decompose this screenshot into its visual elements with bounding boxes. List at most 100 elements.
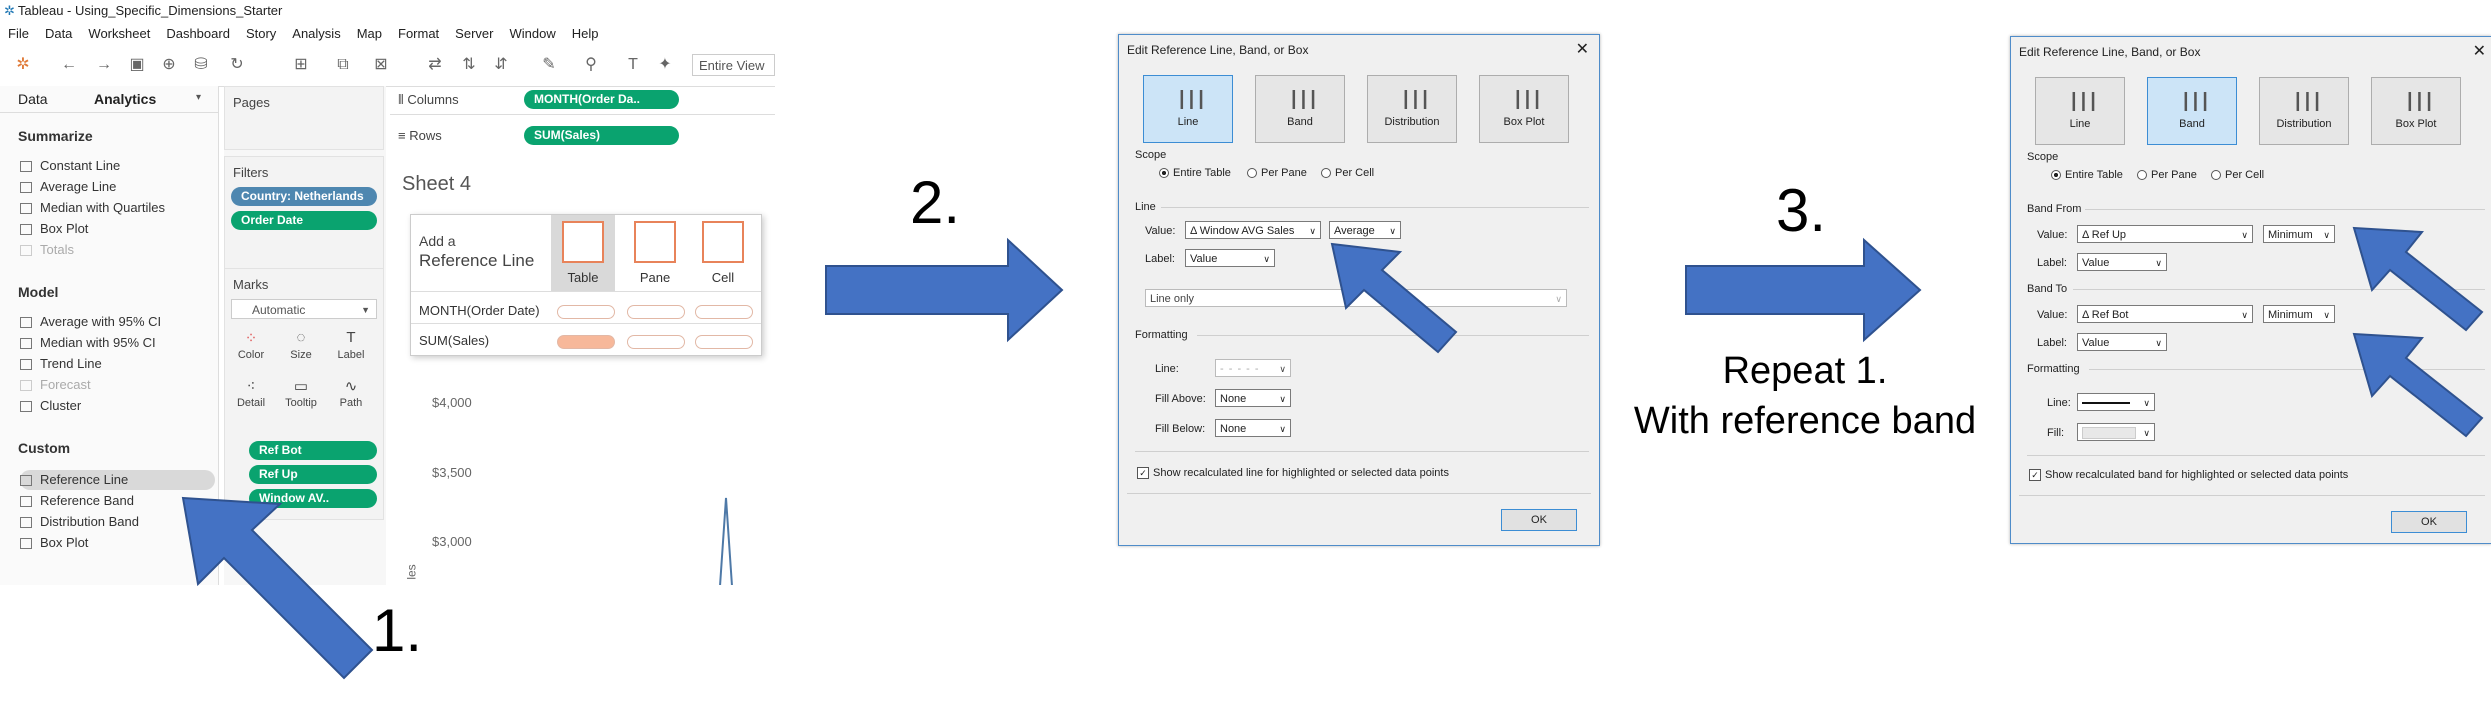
type-distribution-button[interactable]: ┃┃┃ Distribution — [2259, 77, 2349, 145]
fill-above-dropdown[interactable]: None ∨ — [1215, 389, 1291, 407]
fill-swatch — [2082, 427, 2136, 440]
fill-above-label: Fill Above: — [1155, 393, 1206, 405]
close-icon[interactable]: ✕ — [1576, 39, 1589, 59]
chevron-down-icon: ∨ — [2241, 230, 2248, 240]
chevron-down-icon: ∨ — [1555, 294, 1562, 304]
band-to-label: Band To — [2027, 283, 2068, 295]
chevron-down-icon: ∨ — [2241, 310, 2248, 320]
arrow-2b-layer — [1330, 242, 1458, 354]
chevron-down-icon: ∨ — [1279, 394, 1286, 404]
type-band-button[interactable]: ┃┃┃ Band — [2147, 77, 2237, 145]
scope-entire-table[interactable]: Entire Table — [1159, 167, 1231, 179]
label-dropdown[interactable]: Value ∨ — [1185, 249, 1275, 267]
chevron-down-icon: ∨ — [2323, 230, 2330, 240]
fill-below-label: Fill Below: — [1155, 423, 1206, 435]
scope-per-pane[interactable]: Per Pane — [1247, 167, 1307, 179]
band-type-icon: ┃┃┃ — [1289, 92, 1318, 109]
step-1-label: 1. — [372, 597, 423, 664]
arrow-3b-lower — [2352, 332, 2484, 438]
arrow-2b — [1330, 242, 1458, 354]
chevron-down-icon: ∨ — [2143, 398, 2150, 408]
from-label-label: Label: — [2037, 257, 2067, 269]
chevron-down-icon: ∨ — [1389, 226, 1396, 236]
scope-label: Scope — [2027, 151, 2059, 163]
aggregation-dropdown[interactable]: Average ∨ — [1329, 221, 1401, 239]
from-value-dropdown[interactable]: Δ Ref Up ∨ — [2077, 225, 2253, 243]
from-label-dropdown[interactable]: Value ∨ — [2077, 253, 2167, 271]
scope-entire-table[interactable]: Entire Table — [2051, 169, 2123, 181]
close-icon[interactable]: ✕ — [2473, 41, 2486, 61]
radio-icon — [1321, 168, 1331, 179]
dashed-line-swatch: - - - - - — [1220, 363, 1260, 375]
type-distribution-button[interactable]: ┃┃┃ Distribution — [1367, 75, 1457, 143]
chevron-down-icon: ∨ — [2143, 428, 2150, 438]
to-aggregation-dropdown[interactable]: Minimum ∨ — [2263, 305, 2335, 323]
radio-selected-icon — [1159, 168, 1169, 179]
repeat-caption-line2: With reference band — [1633, 400, 1977, 442]
type-boxplot-button[interactable]: ┃┃┃ Box Plot — [2371, 77, 2461, 145]
arrow-3b-upper — [2352, 226, 2484, 332]
radio-selected-icon — [2051, 170, 2061, 181]
chevron-down-icon: ∨ — [1279, 424, 1286, 434]
chevron-down-icon: ∨ — [1309, 226, 1316, 236]
formatting-section-label: Formatting — [2027, 363, 2080, 375]
type-band-button[interactable]: ┃┃┃ Band — [1255, 75, 1345, 143]
line-type-icon: ┃┃┃ — [2069, 94, 2098, 111]
fill-below-dropdown[interactable]: None ∨ — [1215, 419, 1291, 437]
type-boxplot-button[interactable]: ┃┃┃ Box Plot — [1479, 75, 1569, 143]
repeat-caption: Repeat 1. With reference band — [1610, 346, 2000, 446]
value-dropdown[interactable]: Δ Window AVG Sales ∨ — [1185, 221, 1321, 239]
chevron-down-icon: ∨ — [2155, 338, 2162, 348]
distribution-type-icon: ┃┃┃ — [1401, 92, 1430, 109]
type-line-button[interactable]: ┃┃┃ Line — [1143, 75, 1233, 143]
step-2-label: 2. — [910, 169, 961, 236]
arrow-1 — [181, 496, 374, 680]
delta-icon: Δ — [2082, 229, 2092, 241]
scope-per-pane[interactable]: Per Pane — [2137, 169, 2197, 181]
radio-icon — [2211, 170, 2221, 181]
line-type-icon: ┃┃┃ — [1177, 92, 1206, 109]
recalc-checkbox[interactable]: ✓ Show recalculated band for highlighted … — [2029, 469, 2348, 482]
line-section-label: Line — [1135, 201, 1156, 213]
arrow-2 — [825, 237, 1064, 343]
distribution-type-icon: ┃┃┃ — [2293, 94, 2322, 111]
ok-button[interactable]: OK — [1501, 509, 1577, 531]
scope-per-cell[interactable]: Per Cell — [1321, 167, 1374, 179]
chevron-down-icon: ∨ — [2323, 310, 2330, 320]
line-format-label: Line: — [1155, 363, 1179, 375]
delta-icon: Δ — [2082, 309, 2092, 321]
to-label-label: Label: — [2037, 337, 2067, 349]
line-format-label: Line: — [2047, 397, 2071, 409]
checkmark-icon: ✓ — [2029, 469, 2041, 482]
ok-button[interactable]: OK — [2391, 511, 2467, 533]
chevron-down-icon: ∨ — [2155, 258, 2162, 268]
band-from-label: Band From — [2027, 203, 2082, 215]
line-format-dropdown[interactable]: - - - - - ∨ — [1215, 359, 1291, 377]
recalc-checkbox[interactable]: ✓ Show recalculated line for highlighted … — [1137, 467, 1449, 480]
arrows-3b-layer — [2352, 226, 2484, 438]
from-aggregation-dropdown[interactable]: Minimum ∨ — [2263, 225, 2335, 243]
repeat-caption-line1: Repeat 1. — [1722, 350, 1888, 392]
scope-per-cell[interactable]: Per Cell — [2211, 169, 2264, 181]
fill-format-dropdown[interactable]: ∨ — [2077, 423, 2155, 441]
delta-icon: Δ — [1190, 225, 1200, 237]
to-value-dropdown[interactable]: Δ Ref Bot ∨ — [2077, 305, 2253, 323]
arrow-3 — [1685, 237, 1922, 343]
solid-line-swatch — [2082, 402, 2130, 405]
dialog-title: Edit Reference Line, Band, or Box — [1127, 43, 1309, 57]
formatting-section-label: Formatting — [1135, 329, 1188, 341]
chevron-down-icon: ∨ — [1263, 254, 1270, 264]
type-line-button[interactable]: ┃┃┃ Line — [2035, 77, 2125, 145]
label-label: Label: — [1145, 253, 1175, 265]
radio-icon — [1247, 168, 1257, 179]
to-value-label: Value: — [2037, 309, 2068, 321]
from-value-label: Value: — [2037, 229, 2068, 241]
scope-label: Scope — [1135, 149, 1167, 161]
fill-format-label: Fill: — [2047, 427, 2065, 439]
radio-icon — [2137, 170, 2147, 181]
line-format-dropdown[interactable]: ∨ — [2077, 393, 2155, 411]
checkmark-icon: ✓ — [1137, 467, 1149, 480]
to-label-dropdown[interactable]: Value ∨ — [2077, 333, 2167, 351]
chevron-down-icon: ∨ — [1279, 364, 1286, 374]
value-label: Value: — [1145, 225, 1176, 237]
